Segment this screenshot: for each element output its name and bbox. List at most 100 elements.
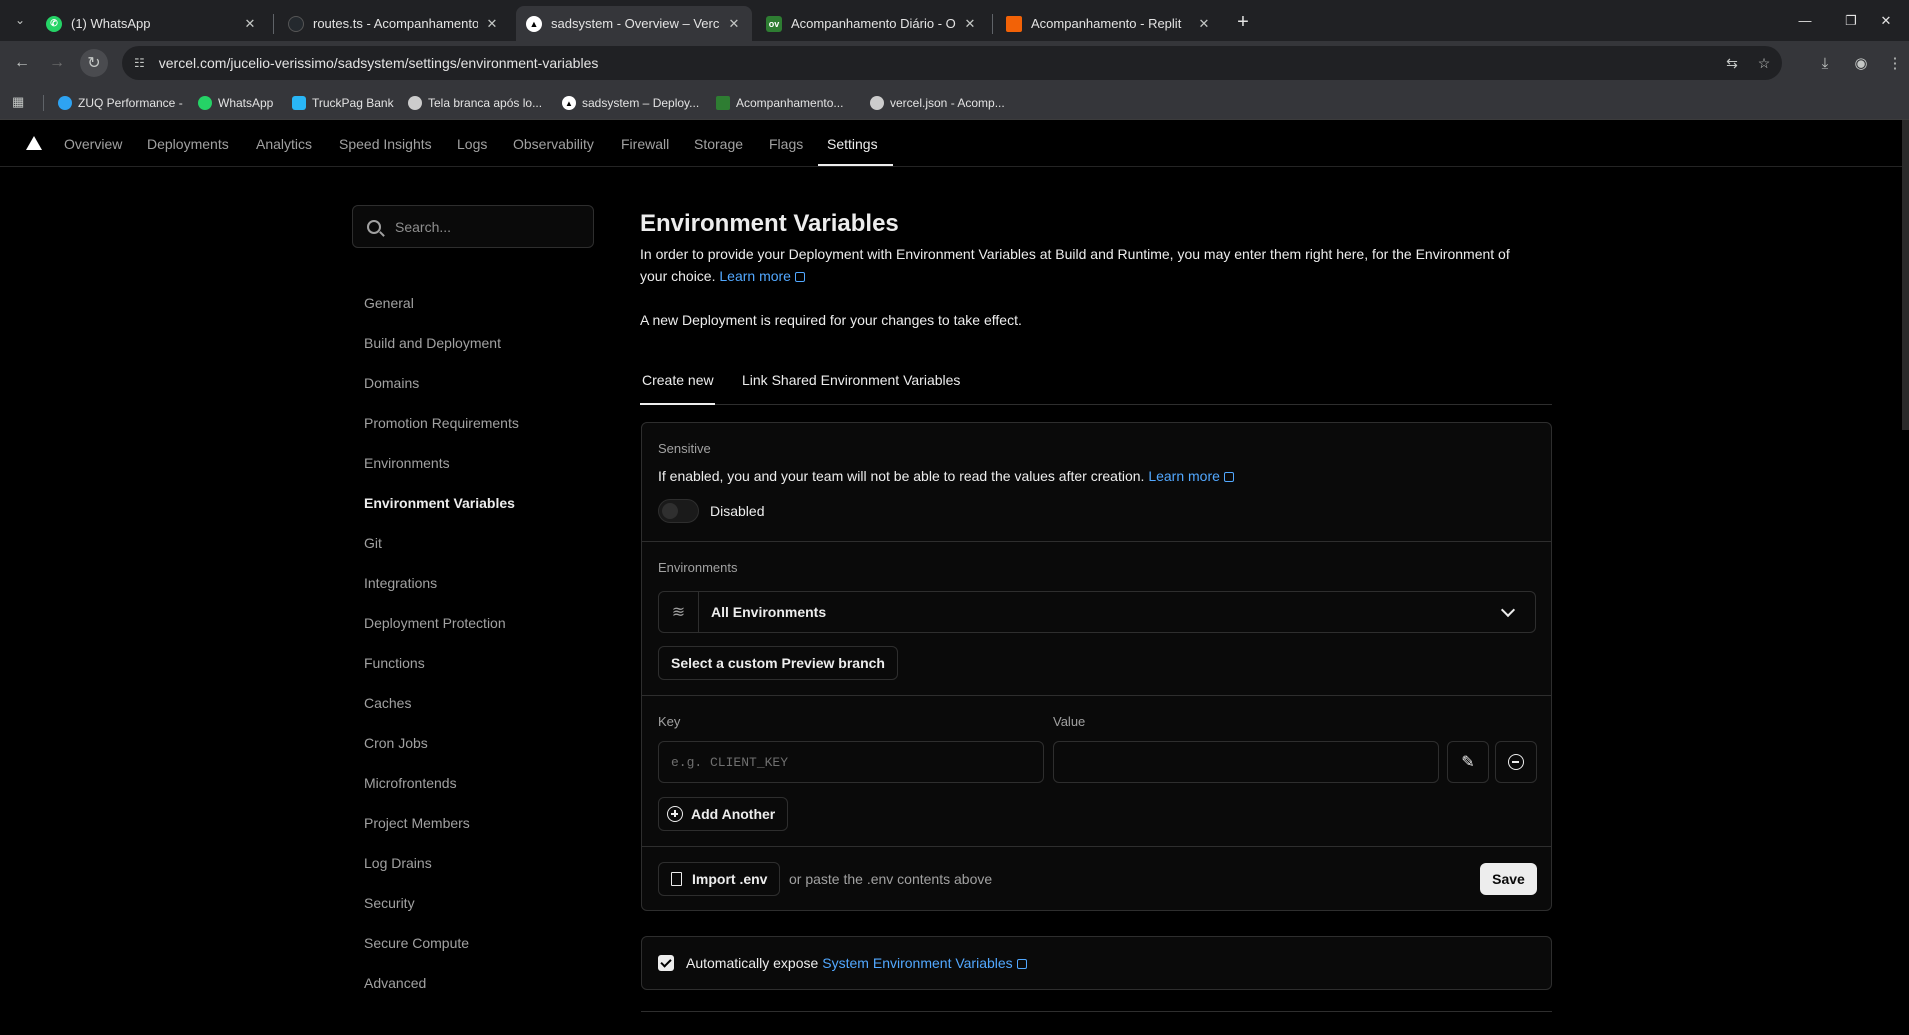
add-another-button[interactable]: Add Another — [658, 797, 789, 831]
learn-more-link[interactable]: Learn more — [719, 268, 805, 284]
bookmark-acompanhamento[interactable]: Acompanhamento... — [716, 91, 843, 115]
sidebar-item-log-drains[interactable]: Log Drains — [364, 855, 432, 877]
sidebar-item-integrations[interactable]: Integrations — [364, 575, 437, 597]
value-field[interactable] — [1053, 741, 1439, 783]
minimize-icon[interactable]: — — [1782, 0, 1828, 41]
menu-dots-icon[interactable]: ⋮ — [1881, 49, 1909, 77]
nav-overview[interactable]: Overview — [64, 120, 122, 167]
site-info-icon[interactable]: ☷ — [134, 56, 145, 70]
bookmark-truckpag[interactable]: TruckPag Bank — [292, 91, 394, 115]
sidebar-item-cron-jobs[interactable]: Cron Jobs — [364, 735, 428, 757]
bookmark-vercel-json[interactable]: vercel.json - Acomp... — [870, 91, 1005, 115]
vercel-logo-icon[interactable] — [26, 136, 42, 150]
auto-expose-card: Automatically expose System Environment … — [641, 936, 1552, 990]
sidebar-item-deployment-protection[interactable]: Deployment Protection — [364, 615, 506, 637]
sidebar-item-microfrontends[interactable]: Microfrontends — [364, 775, 457, 797]
sidebar-item-advanced[interactable]: Advanced — [364, 975, 426, 997]
system-env-vars-label: System Environment Variables — [822, 955, 1013, 971]
page-scrollbar[interactable] — [1902, 120, 1909, 430]
sidebar-item-project-members[interactable]: Project Members — [364, 815, 470, 837]
nav-analytics[interactable]: Analytics — [256, 120, 312, 167]
browser-tab-routes[interactable]: routes.ts - Acompanhamento [ ✕ — [278, 6, 510, 41]
import-env-button[interactable]: Import .env — [658, 862, 781, 896]
nav-settings[interactable]: Settings — [827, 120, 878, 167]
star-icon[interactable]: ☆ — [1750, 46, 1778, 80]
edit-value-button[interactable]: ✎ — [1447, 741, 1489, 783]
bookmarks-bar: ▦ ZUQ Performance - WhatsApp TruckPag Ba… — [0, 85, 1909, 120]
sidebar-item-git[interactable]: Git — [364, 535, 382, 557]
sensitive-learn-more-link[interactable]: Learn more — [1148, 468, 1234, 484]
browser-tab-whatsapp[interactable]: ✆ (1) WhatsApp ✕ — [36, 6, 268, 41]
bookmark-separator — [43, 95, 44, 111]
value-label: Value — [1053, 714, 1086, 729]
nav-storage[interactable]: Storage — [694, 120, 743, 167]
save-button[interactable]: Save — [1480, 863, 1537, 895]
environments-select[interactable]: ≋ All Environments — [658, 591, 1536, 633]
page-title: Environment Variables — [640, 210, 899, 237]
value-input[interactable] — [1054, 742, 1438, 782]
sidebar-item-caches[interactable]: Caches — [364, 695, 411, 717]
sidebar-item-build-and-deployment[interactable]: Build and Deployment — [364, 335, 501, 357]
close-window-icon[interactable]: ✕ — [1863, 0, 1909, 41]
tab-create-new[interactable]: Create new — [642, 372, 714, 388]
close-tab-icon[interactable]: ✕ — [726, 16, 742, 32]
learn-more-label: Learn more — [719, 268, 791, 284]
custom-preview-branch-button[interactable]: Select a custom Preview branch — [658, 646, 898, 680]
reload-icon[interactable]: ↻ — [80, 49, 108, 77]
nav-logs[interactable]: Logs — [457, 120, 487, 167]
whatsapp-icon: ✆ — [46, 15, 62, 32]
nav-observability[interactable]: Observability — [513, 120, 594, 167]
new-tab-plus-icon[interactable]: + — [1230, 9, 1256, 35]
sidebar-item-domains[interactable]: Domains — [364, 375, 419, 397]
chevron-down-icon — [1500, 602, 1516, 617]
sidebar-item-environments[interactable]: Environments — [364, 455, 450, 477]
remove-row-button[interactable] — [1495, 741, 1537, 783]
browser-tab-replit[interactable]: Acompanhamento - Replit ✕ — [996, 6, 1222, 41]
download-icon[interactable]: ⤓ — [1811, 49, 1839, 77]
address-bar[interactable]: ☷ vercel.com/jucelio-verissimo/sadsystem… — [122, 46, 1782, 80]
sensitive-toggle[interactable] — [658, 499, 699, 523]
auto-expose-checkbox[interactable] — [658, 955, 674, 971]
close-tab-icon[interactable]: ✕ — [484, 16, 500, 32]
tab-title: (1) WhatsApp — [71, 16, 151, 31]
bookmark-sadsystem[interactable]: ▲ sadsystem – Deploy... — [562, 91, 699, 115]
tab-search-chevron-icon[interactable]: ⌄ — [8, 8, 32, 32]
bookmark-zuq[interactable]: ZUQ Performance - — [58, 91, 183, 115]
sidebar-item-security[interactable]: Security — [364, 895, 415, 917]
tab-link-shared[interactable]: Link Shared Environment Variables — [742, 372, 960, 388]
profile-icon[interactable]: ◉ — [1847, 49, 1875, 77]
external-link-icon — [794, 272, 805, 282]
back-arrow-icon[interactable]: ← — [8, 49, 36, 77]
nav-firewall[interactable]: Firewall — [621, 120, 669, 167]
nav-flags[interactable]: Flags — [769, 120, 803, 167]
browser-tab-vercel[interactable]: ▲ sadsystem - Overview – Vercel ✕ — [516, 6, 752, 41]
bookmark-whatsapp[interactable]: WhatsApp — [198, 91, 273, 115]
browser-tab-acompanhamento-diario[interactable]: ov Acompanhamento Diário - Our ✕ — [756, 6, 988, 41]
environments-label: Environments — [658, 560, 738, 575]
translate-icon[interactable]: ⇆ — [1718, 46, 1746, 80]
nav-speed-insights[interactable]: Speed Insights — [339, 120, 432, 167]
search-icon — [367, 219, 381, 234]
apps-grid-icon[interactable]: ▦ — [12, 94, 28, 110]
close-tab-icon[interactable]: ✕ — [962, 16, 978, 32]
sidebar-item-promotion-requirements[interactable]: Promotion Requirements — [364, 415, 519, 437]
bookmark-tela-branca[interactable]: Tela branca após lo... — [408, 91, 542, 115]
system-env-vars-link[interactable]: System Environment Variables — [822, 955, 1027, 971]
section-divider — [642, 541, 1551, 542]
settings-search[interactable] — [352, 205, 594, 248]
deployment-notice: A new Deployment is required for your ch… — [640, 312, 1022, 328]
close-tab-icon[interactable]: ✕ — [1196, 16, 1212, 32]
key-label: Key — [658, 714, 681, 729]
tab-title: Acompanhamento Diário - Our — [791, 16, 956, 31]
key-input[interactable] — [659, 742, 1043, 782]
whatsapp-icon — [198, 96, 212, 110]
settings-search-input[interactable] — [395, 218, 575, 235]
key-field[interactable] — [658, 741, 1044, 783]
sidebar-item-secure-compute[interactable]: Secure Compute — [364, 935, 469, 957]
sidebar-item-environment-variables[interactable]: Environment Variables — [364, 495, 515, 517]
forward-arrow-icon[interactable]: → — [43, 49, 71, 77]
close-tab-icon[interactable]: ✕ — [242, 16, 258, 32]
sidebar-item-functions[interactable]: Functions — [364, 655, 425, 677]
sidebar-item-general[interactable]: General — [364, 295, 414, 317]
nav-deployments[interactable]: Deployments — [147, 120, 229, 167]
